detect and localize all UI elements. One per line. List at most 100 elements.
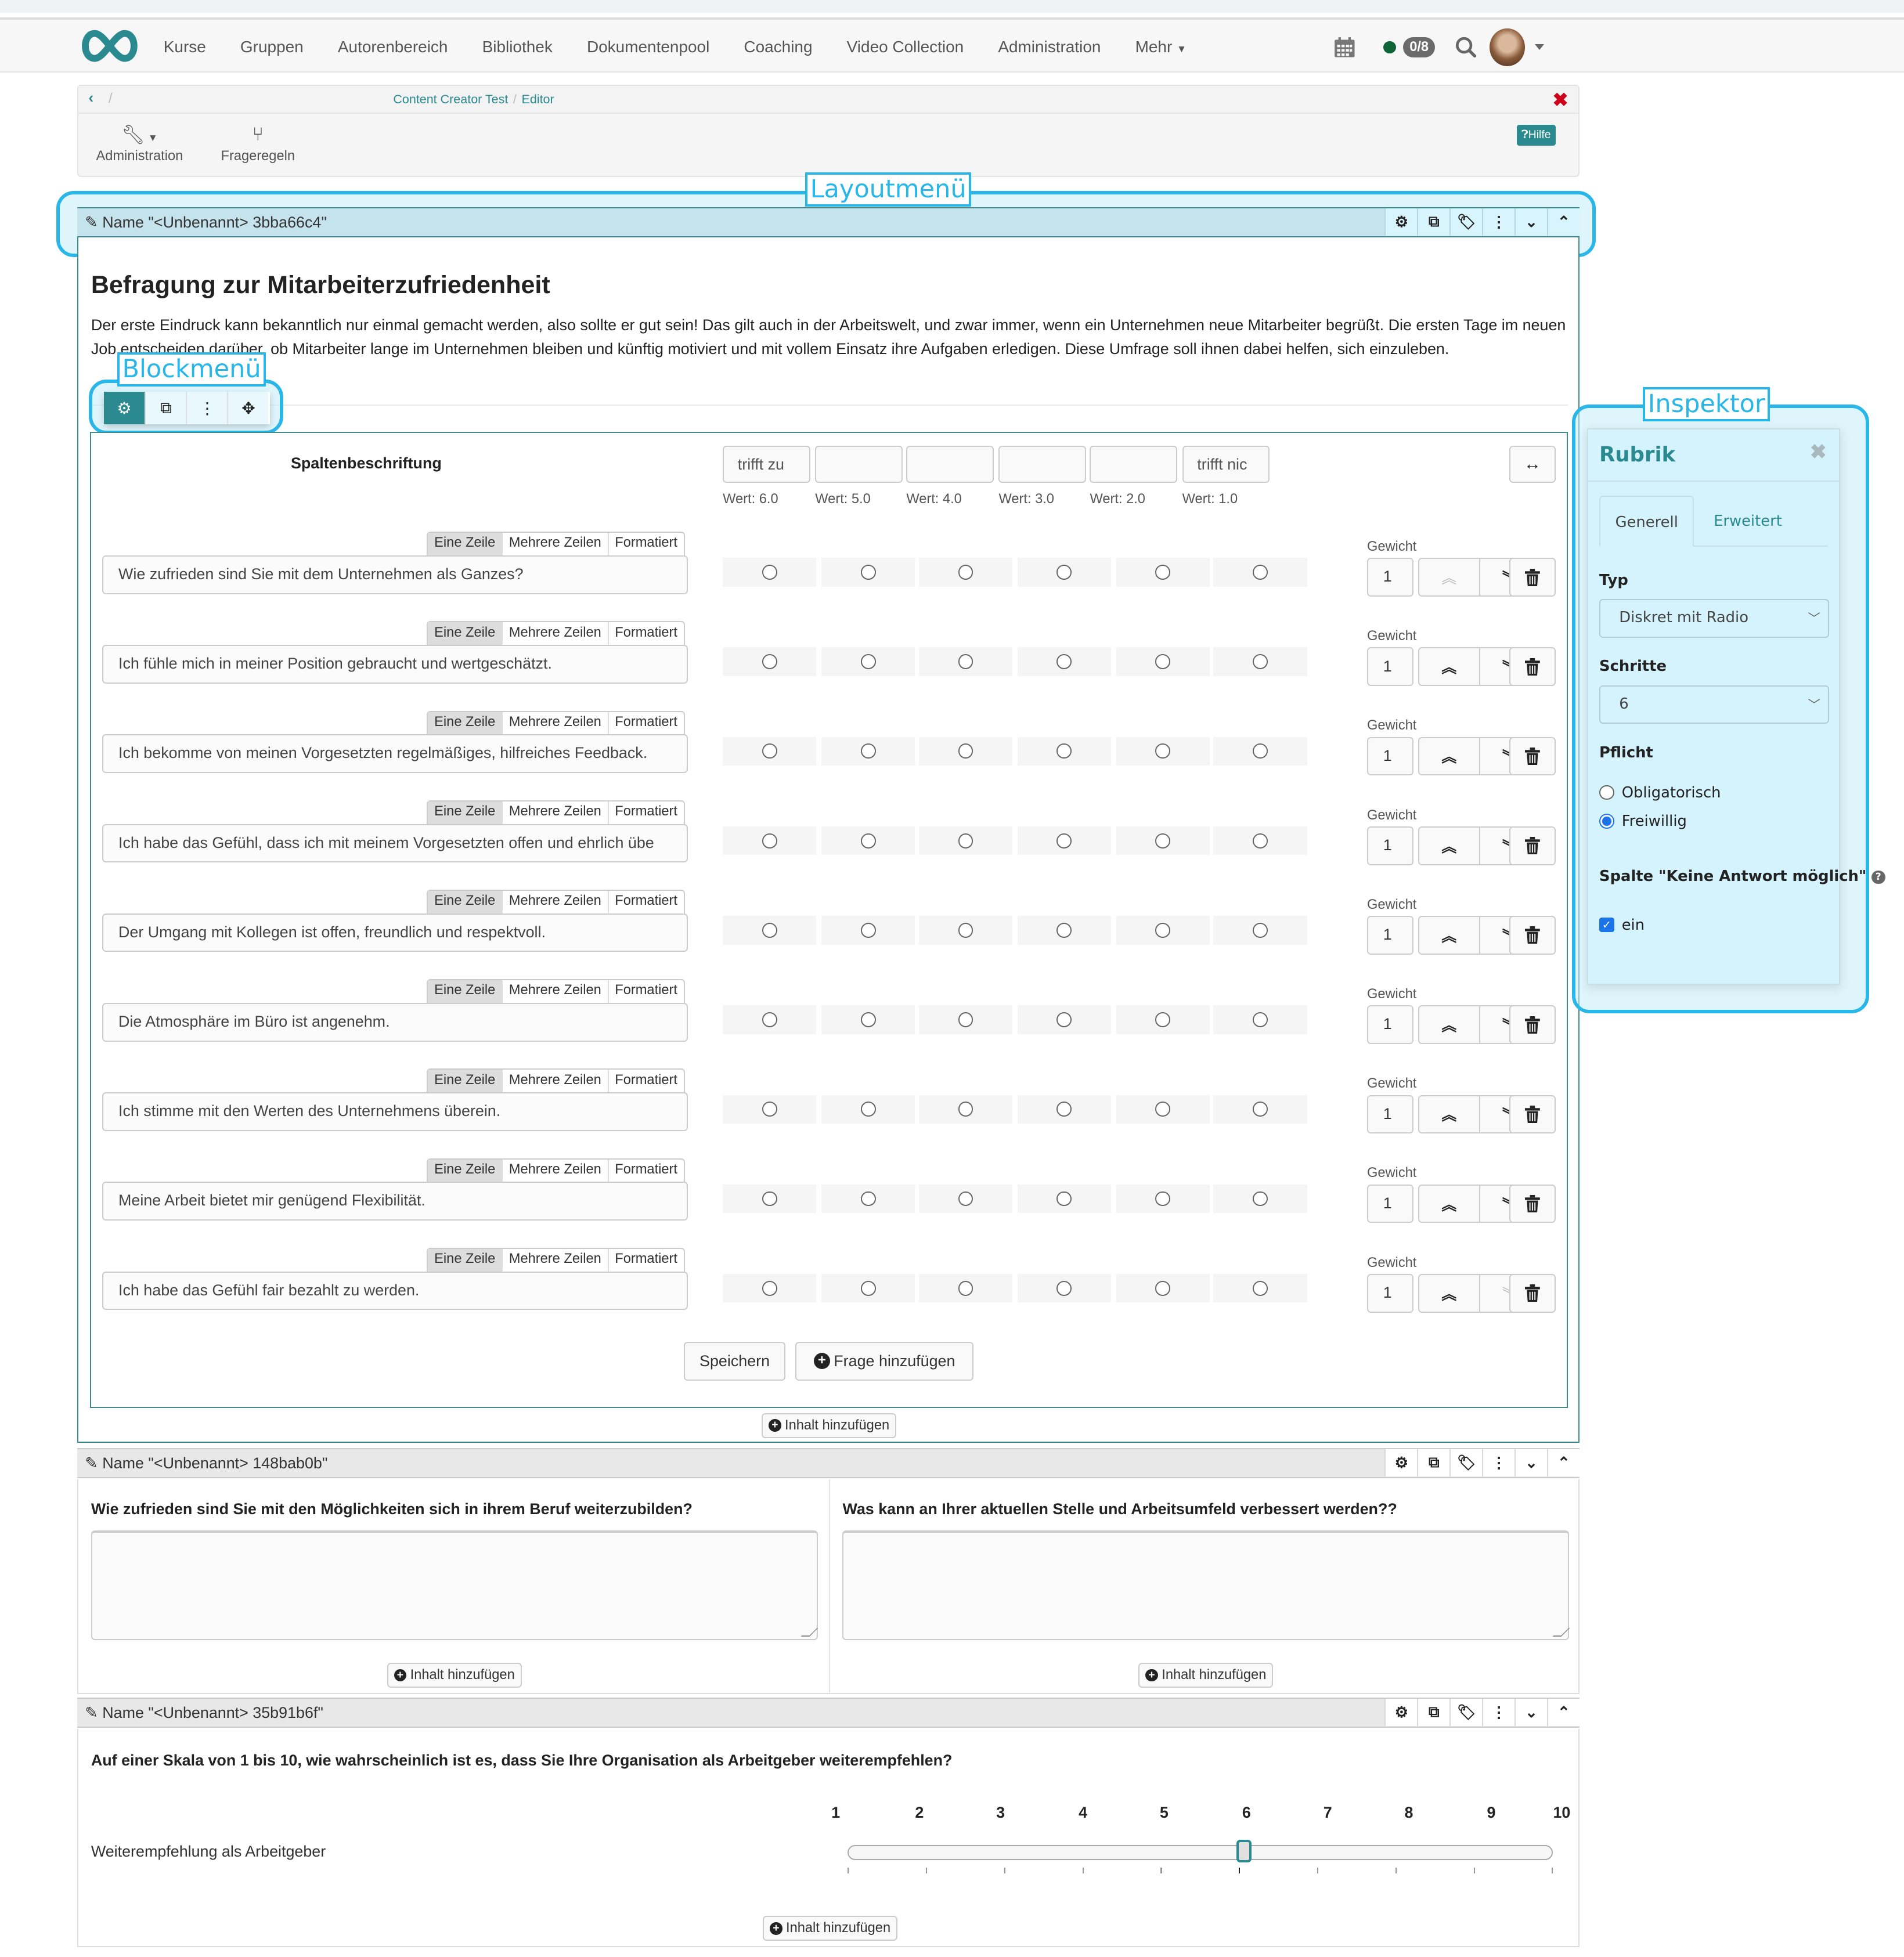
radio-button[interactable] xyxy=(762,565,777,580)
column-label-input[interactable]: trifft nic xyxy=(1182,445,1270,483)
add-content-button[interactable]: + Inhalt hinzufügen xyxy=(1138,1662,1274,1688)
radio-button[interactable] xyxy=(762,654,777,670)
radio-button[interactable] xyxy=(1056,1012,1072,1027)
radio-button[interactable] xyxy=(762,833,777,848)
radio-button[interactable] xyxy=(958,743,973,759)
nav-item-dokumentenpool[interactable]: Dokumentenpool xyxy=(587,38,709,56)
add-content-button[interactable]: + Inhalt hinzufügen xyxy=(761,1413,897,1438)
radio-button[interactable] xyxy=(958,654,973,670)
input-mode-option[interactable]: Mehrere Zeilen xyxy=(502,1070,608,1093)
input-mode-option[interactable]: Mehrere Zeilen xyxy=(502,890,608,913)
delete-button[interactable] xyxy=(1509,1184,1556,1223)
radio-button[interactable] xyxy=(762,1280,777,1296)
close-icon[interactable]: ✖ xyxy=(1553,89,1568,111)
radio-button[interactable] xyxy=(958,922,973,938)
radio-button[interactable] xyxy=(1155,1102,1171,1117)
nav-item-administration[interactable]: Administration xyxy=(998,38,1101,56)
radio-button[interactable] xyxy=(958,833,973,848)
radio-button[interactable] xyxy=(1155,1191,1171,1207)
question-input[interactable]: Ich stimme mit den Werten des Unternehme… xyxy=(102,1092,688,1131)
administration-tool-button[interactable]: 🔧︎ ▼ Administration xyxy=(96,124,183,164)
chevron-up-icon[interactable]: ⌃ xyxy=(1546,208,1580,236)
radio-button[interactable] xyxy=(762,743,777,759)
delete-button[interactable] xyxy=(1509,736,1556,776)
input-mode-option[interactable]: Eine Zeile xyxy=(428,890,502,913)
radio-button[interactable] xyxy=(1253,565,1268,580)
slider-thumb[interactable] xyxy=(1236,1840,1252,1862)
tag-icon[interactable]: 🏷︎ xyxy=(1449,208,1483,236)
chevron-up-icon[interactable]: ⌃ xyxy=(1546,1449,1580,1477)
move-up-icon[interactable]: ︽ xyxy=(1419,559,1479,595)
chevron-down-icon[interactable]: ⌄ xyxy=(1514,1449,1547,1477)
input-mode-option[interactable]: Eine Zeile xyxy=(428,533,502,555)
move-icon[interactable]: ✥ xyxy=(227,392,269,425)
radio-button[interactable] xyxy=(1155,743,1171,759)
radio-button[interactable] xyxy=(762,1191,777,1207)
weight-input[interactable]: 1 xyxy=(1366,558,1413,597)
add-content-button[interactable]: + Inhalt hinzufügen xyxy=(387,1662,522,1688)
avatar[interactable] xyxy=(1490,28,1525,66)
column-label-input[interactable] xyxy=(906,445,994,483)
radio-button[interactable] xyxy=(1253,922,1268,938)
help-button[interactable]: ❓︎Hilfe xyxy=(1516,124,1556,146)
input-mode-option[interactable]: Formatiert xyxy=(607,622,684,645)
move-up-icon[interactable]: ︽ xyxy=(1419,648,1479,685)
slider-track[interactable] xyxy=(848,1844,1553,1860)
weight-input[interactable]: 1 xyxy=(1366,1095,1413,1134)
radio-button[interactable] xyxy=(958,1012,973,1027)
delete-button[interactable] xyxy=(1509,647,1556,687)
column-label-input[interactable] xyxy=(815,445,903,483)
delete-button[interactable] xyxy=(1509,826,1556,865)
radio-button[interactable] xyxy=(1253,1191,1268,1207)
user-menu-caret-icon[interactable] xyxy=(1534,44,1544,50)
gear-icon[interactable]: ⚙ xyxy=(1384,1449,1418,1477)
move-up-icon[interactable]: ︽ xyxy=(1419,1275,1479,1312)
status-badge[interactable]: 0/8 xyxy=(1403,37,1435,58)
radio-button[interactable] xyxy=(1056,565,1072,580)
more-vertical-icon[interactable]: ⋮ xyxy=(1482,208,1514,236)
frageregeln-tool-button[interactable]: ⑂ Frageregeln xyxy=(221,124,295,164)
radio-button[interactable] xyxy=(1056,654,1072,670)
nav-item-mehr[interactable]: Mehr ▼ xyxy=(1135,38,1187,56)
input-mode-option[interactable]: Formatiert xyxy=(607,1159,684,1182)
weight-input[interactable]: 1 xyxy=(1366,916,1413,955)
tab-erweitert[interactable]: Erweitert xyxy=(1701,496,1794,547)
radio-button[interactable] xyxy=(860,833,876,848)
save-button[interactable]: Speichern xyxy=(684,1341,785,1381)
help-circle-icon[interactable]: ? xyxy=(1871,870,1885,884)
weight-input[interactable]: 1 xyxy=(1366,647,1413,687)
radio-button[interactable] xyxy=(860,1280,876,1296)
question-input[interactable]: Meine Arbeit bietet mir genügend Flexibi… xyxy=(102,1182,688,1221)
checkbox-checked-icon[interactable]: ✓ xyxy=(1599,917,1614,933)
column-label-input[interactable]: trifft zu xyxy=(723,445,810,483)
radio-unchecked[interactable] xyxy=(1599,785,1614,800)
radio-button[interactable] xyxy=(860,922,876,938)
chevron-down-icon[interactable]: ⌄ xyxy=(1514,208,1547,236)
delete-button[interactable] xyxy=(1509,1095,1556,1134)
calendar-icon[interactable] xyxy=(1333,36,1356,59)
openolat-logo-icon[interactable] xyxy=(77,28,142,63)
input-mode-option[interactable]: Formatiert xyxy=(607,1248,684,1272)
move-up-icon[interactable]: ︽ xyxy=(1419,1006,1479,1043)
question-input[interactable]: Ich bekomme von meinen Vorgesetzten rege… xyxy=(102,734,688,774)
radio-button[interactable] xyxy=(958,1191,973,1207)
radio-button[interactable] xyxy=(762,922,777,938)
radio-button[interactable] xyxy=(958,1102,973,1117)
gear-icon[interactable]: ⚙ xyxy=(103,392,145,425)
radio-button[interactable] xyxy=(860,1102,876,1117)
radio-button[interactable] xyxy=(1056,833,1072,848)
question-input[interactable]: Wie zufrieden sind Sie mit dem Unternehm… xyxy=(102,555,688,594)
radio-button[interactable] xyxy=(1056,1102,1072,1117)
question-input[interactable]: Ich habe das Gefühl fair bezahlt zu werd… xyxy=(102,1271,688,1310)
answer-textarea[interactable] xyxy=(91,1530,818,1641)
delete-button[interactable] xyxy=(1509,558,1556,597)
type-select[interactable]: Diskret mit Radio ﹀ xyxy=(1599,599,1829,638)
more-vertical-icon[interactable]: ⋮ xyxy=(186,392,228,425)
nav-item-gruppen[interactable]: Gruppen xyxy=(240,38,304,56)
input-mode-option[interactable]: Eine Zeile xyxy=(428,712,502,735)
radio-checked[interactable] xyxy=(1599,814,1614,829)
input-mode-option[interactable]: Eine Zeile xyxy=(428,1159,502,1182)
copy-icon[interactable]: ⧉ xyxy=(1417,1449,1450,1477)
close-icon[interactable]: ✖ xyxy=(1810,440,1827,464)
radio-button[interactable] xyxy=(860,1191,876,1207)
